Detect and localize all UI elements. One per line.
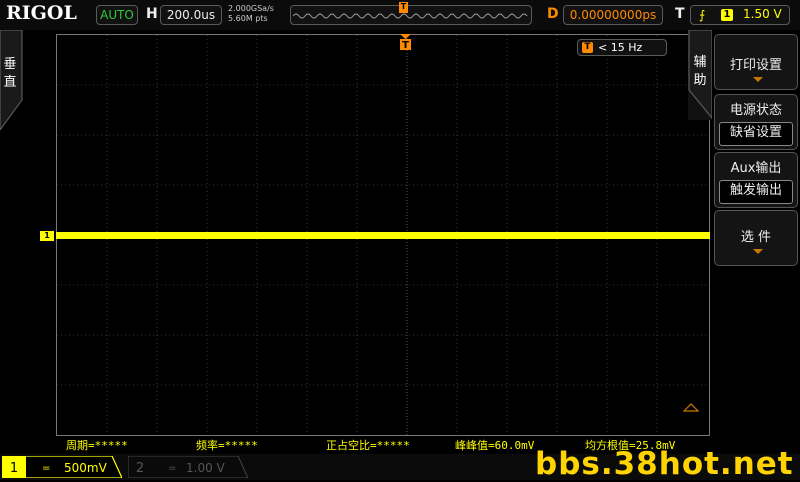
trigger-marker-text: T: [402, 40, 409, 51]
vertical-tab-char-1: 垂: [3, 57, 17, 72]
freq-counter-value: < 15 Hz: [598, 41, 643, 54]
trigger-position-badge: T: [399, 2, 408, 13]
ch1-status-tab[interactable]: 1 = 500mV: [2, 456, 122, 478]
horizontal-delay-value[interactable]: 0.00000000ps: [563, 5, 663, 25]
aux-tab-char-2: 助: [693, 73, 707, 88]
softkey-menu: 打印设置 电源状态 缺省设置 Aux输出 触发输出 选 件: [712, 30, 800, 450]
aux-menu-tab[interactable]: 辅 助: [688, 30, 712, 120]
trigger-source-badge: 1: [721, 9, 733, 21]
print-setup-label: 打印设置: [729, 58, 782, 73]
aux-tab-char-1: 辅: [693, 55, 707, 70]
ch2-status-tab[interactable]: 2 = 1.00 V: [128, 456, 248, 478]
measurement-period[interactable]: 周期=*****: [66, 437, 128, 453]
vertical-tab-char-2: 直: [3, 75, 17, 90]
print-setup-button[interactable]: 打印设置: [714, 34, 798, 90]
aux-output-label: Aux输出: [730, 161, 782, 176]
top-status-bar: RIGOL AUTO H 200.0us 2.000GSa/s 5.60M pt…: [0, 0, 800, 30]
aux-tab-label: 辅 助: [691, 54, 709, 90]
ch2-number: 2: [136, 461, 144, 476]
options-button[interactable]: 选 件: [714, 210, 798, 266]
ch1-waveform-trace: [56, 232, 710, 239]
power-status-button[interactable]: 电源状态 缺省设置: [714, 94, 798, 150]
trigger-label: T: [675, 6, 685, 22]
power-status-value: 缺省设置: [719, 122, 793, 146]
timebase-value[interactable]: 200.0us: [160, 5, 222, 25]
ch1-coupling-icon: =: [42, 463, 50, 474]
trigger-level-arrow-icon: [683, 403, 699, 412]
print-setup-arrow-icon: [753, 77, 763, 82]
aux-output-value: 触发输出: [719, 180, 793, 204]
rigol-logo: RIGOL: [6, 2, 77, 24]
ch1-number: 1: [10, 461, 18, 476]
frequency-counter[interactable]: T < 15 Hz: [577, 39, 667, 56]
options-label: 选 件: [740, 230, 772, 245]
aux-output-button[interactable]: Aux输出 触发输出: [714, 152, 798, 208]
delay-label: D: [547, 6, 559, 22]
ch1-offset-marker[interactable]: 1: [40, 231, 54, 241]
trigger-level-value: 1.50 V: [743, 7, 782, 21]
acquisition-info: 2.000GSa/s 5.60M pts: [228, 4, 274, 24]
freq-trigger-badge: T: [582, 42, 593, 53]
measurement-vpp[interactable]: 峰峰值=60.0mV: [455, 437, 534, 453]
options-arrow-icon: [753, 249, 763, 254]
horizontal-label: H: [146, 6, 158, 22]
run-mode-indicator[interactable]: AUTO: [96, 5, 138, 25]
vertical-tab-label: 垂 直: [2, 56, 18, 92]
memory-depth: 5.60M pts: [228, 14, 268, 23]
power-status-label: 电源状态: [729, 103, 782, 118]
measurement-duty[interactable]: 正占空比=*****: [326, 437, 410, 453]
trigger-position-marker[interactable]: T: [400, 34, 411, 52]
measurement-frequency[interactable]: 频率=*****: [196, 437, 258, 453]
vertical-menu-tab[interactable]: 垂 直: [0, 30, 24, 130]
memory-overview-strip[interactable]: T: [290, 2, 532, 25]
ch2-scale: 1.00 V: [186, 461, 226, 475]
site-watermark: bbs.38hot.net: [535, 446, 794, 482]
ch2-coupling-icon: =: [168, 463, 176, 474]
ch1-scale: 500mV: [64, 461, 108, 475]
trigger-settings[interactable]: ⨍ 1 1.50 V: [690, 5, 790, 25]
rising-edge-icon: ⨍: [699, 8, 706, 22]
sample-rate: 2.000GSa/s: [228, 4, 274, 13]
memory-waveform-preview: [293, 13, 528, 19]
